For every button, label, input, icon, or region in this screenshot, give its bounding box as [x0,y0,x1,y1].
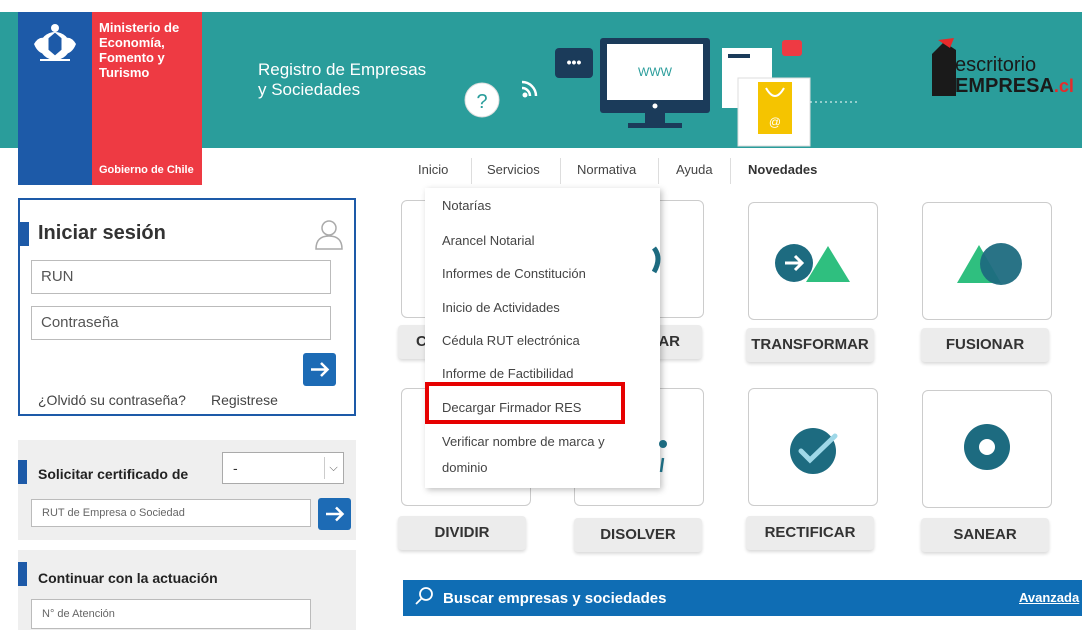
ministry-name: Ministerio de Economía, Fomento y Turism… [99,20,199,80]
section-marker [18,562,27,586]
certificate-title: Solicitar certificado de [38,466,189,482]
logo-line1: escritorio [955,54,1037,76]
transformar-tile[interactable] [748,202,878,320]
transformar-label[interactable]: TRANSFORMAR [746,328,874,362]
dropdown-item-factibilidad[interactable]: Informe de Factibilidad [442,366,574,381]
section-marker [20,222,29,246]
fusionar-tile[interactable] [922,202,1052,320]
dropdown-item-inicio-actividades[interactable]: Inicio de Actividades [442,300,560,315]
chevron-down-icon[interactable]: ⌵ [324,457,342,479]
government-label: Gobierno de Chile [99,164,194,176]
continue-title: Continuar con la actuación [38,570,218,586]
run-input[interactable]: RUN [31,260,331,294]
dropdown-item-arancel[interactable]: Arancel Notarial [442,233,535,248]
svg-text:@: @ [769,115,781,129]
nav-novedades[interactable]: Novedades [748,158,817,182]
ministry-line: Turismo [99,65,150,80]
password-input[interactable]: Contraseña [31,306,331,340]
ministry-line: Fomento y [99,50,165,65]
nav-servicios[interactable]: Servicios [487,158,540,182]
nav-inicio[interactable]: Inicio [418,158,448,182]
forgot-password-link[interactable]: ¿Olvidó su contraseña? [38,392,186,408]
nav-separator [730,158,731,184]
logo-line2: EMPRESA.cl [955,76,1074,96]
tile-icon-fragment [659,440,667,473]
sanear-tile[interactable] [922,390,1052,508]
merge-icon [957,243,1022,285]
dropdown-item-verificar-marca-cont[interactable]: dominio [442,460,488,475]
transform-icon [775,244,850,282]
registry-title-line: Registro de Empresas [258,60,427,79]
disolver-label[interactable]: DISOLVER [574,518,702,552]
certificate-submit-button[interactable] [318,498,351,530]
dropdown-item-cedula-rut[interactable]: Cédula RUT electrónica [442,333,580,348]
logo-mark-icon [932,38,956,96]
fusionar-label[interactable]: FUSIONAR [921,328,1049,362]
rss-icon [521,80,538,98]
login-submit-button[interactable] [303,353,336,386]
arrow-right-icon [311,362,330,377]
logo-suffix: .cl [1053,76,1074,96]
nav-separator [560,158,561,184]
nav-normativa[interactable]: Normativa [577,158,636,182]
logo-empresa-text: EMPRESA [955,75,1054,97]
section-marker [18,460,27,484]
hero-illustration: ? ••• WWW @ [464,38,860,147]
coat-of-arms-icon [34,24,76,61]
rectificar-label[interactable]: RECTIFICAR [746,516,874,550]
dividir-label[interactable]: DIVIDIR [398,516,526,550]
certificate-type-value: - [233,460,238,476]
advanced-search-link[interactable]: Avanzada [1019,590,1079,605]
check-icon [790,428,838,474]
rectificar-tile[interactable] [748,388,878,506]
svg-text:?: ? [476,91,487,113]
rut-input[interactable]: RUT de Empresa o Sociedad [31,499,311,527]
nav-separator [658,158,659,184]
ministry-line: Economía, [99,35,165,50]
registry-title[interactable]: Registro de Empresas y Sociedades [258,60,458,100]
dropdown-item-notarias[interactable]: Notarías [442,198,491,213]
register-link[interactable]: Registrese [211,392,278,408]
ministry-line: Ministerio de [99,20,180,35]
svg-text:WWW: WWW [638,65,673,79]
nav-separator [471,158,472,184]
circle-target-icon [964,424,1010,470]
tile-icon-fragment [652,246,661,274]
arrow-right-icon [326,506,345,522]
search-icon [415,587,433,605]
login-title: Iniciar sesión [38,222,166,244]
registry-title-line: y Sociedades [258,80,361,99]
dropdown-item-verificar-marca[interactable]: Verificar nombre de marca y [442,434,605,449]
user-icon [315,220,343,250]
nav-ayuda[interactable]: Ayuda [676,158,713,182]
dropdown-item-informes[interactable]: Informes de Constitución [442,266,586,281]
header-top-strip [0,0,1082,12]
sanear-label[interactable]: SANEAR [921,518,1049,552]
highlight-box [425,382,625,424]
svg-text:•••: ••• [567,54,582,70]
search-label[interactable]: Buscar empresas y sociedades [443,590,666,607]
